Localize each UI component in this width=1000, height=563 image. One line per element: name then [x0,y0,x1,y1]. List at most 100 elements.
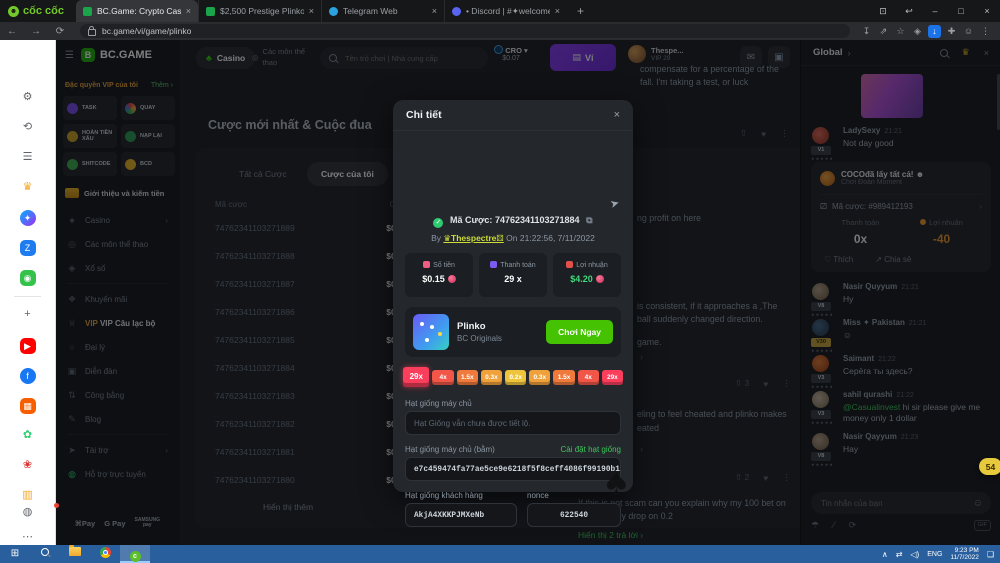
reload-icon[interactable]: ⟳ [48,26,72,37]
extensions-icon[interactable]: ✚ [943,26,960,37]
hashed-seed-label: Hạt giống máy chủ (bằm) [405,445,495,454]
modal-header: Chi tiết × [393,100,633,131]
save-page-icon[interactable]: ↧ [858,26,875,37]
bet-id-row: ✓ Mã Cược: 74762341103271884 ⧉ [393,215,633,228]
language-indicator[interactable]: ENG [927,551,942,558]
app-green-icon[interactable]: ✿ [0,428,55,441]
discord-favicon-icon [451,6,461,16]
bet-author-link[interactable]: ♛Thespectre⚄ [443,233,503,243]
multiplier-chip: 4x [432,369,454,385]
verified-check-icon: ✓ [433,218,444,228]
tab-close-icon[interactable]: × [309,6,314,16]
network-icon[interactable]: ⇄ [896,550,903,559]
file-explorer-icon[interactable] [60,545,90,563]
coccoc-sidebar: ⚙ ⟲ ☰ ♛ ✦ Z ◉ + ▶ f ▦ ✿ ❀ ▥ ◍ ⋯ [0,40,59,545]
action-center-icon[interactable]: ❏ [987,550,994,559]
history-icon[interactable]: ⟲ [0,120,55,133]
bet-details-modal: Chi tiết × ➤ ✓ Mã Cược: 7476234110327188… [393,100,633,527]
hashed-seed-field[interactable]: e7c459474fa77ae5ce9e6218f5f8ceff4086f991… [405,457,621,481]
forward-icon[interactable]: → [24,26,48,37]
bcgame-favicon-icon [82,6,92,16]
browser-tab[interactable]: Telegram Web × [320,0,444,22]
restore-tab-icon[interactable]: ↩ [896,6,922,17]
notification-bell-icon[interactable]: ◍ [0,503,59,518]
cart-icon[interactable]: ▥ [0,488,55,501]
play-now-button[interactable]: Chơi Ngay [546,320,613,344]
share-icon[interactable]: ⇗ [875,26,892,37]
adblock-shield-icon[interactable]: ◈ [909,26,926,37]
multiplier-chip: 0.3x [480,369,503,385]
tab-close-icon[interactable]: × [432,6,437,16]
multiplier-chip: 4x [577,369,599,385]
taskbar-search-icon[interactable] [30,545,60,563]
multiplier-chip: 0.2x [505,369,527,385]
multiplier-chip: 1.5x [553,369,575,385]
system-tray: ∧ ⇄ ◁) ENG 9:23 PM 11/7/2022 ❏ [882,547,1000,562]
copy-icon[interactable]: ⧉ [586,215,592,225]
browser-tab-bar: ☻ cốc cốc BC.Game: Crypto Casino Ga × $2… [0,0,1000,22]
seed-settings-link[interactable]: Cài đặt hạt giống [561,445,622,454]
app-leaf-icon[interactable]: ❀ [0,458,55,471]
games-icon[interactable]: ◉ [0,270,55,286]
settings-icon[interactable]: ⚙ [0,90,55,103]
back-icon[interactable]: ← [0,26,24,37]
sidebar-more-icon[interactable]: ⋯ [0,530,55,543]
client-seed-label: Hạt giống khách hàng [405,491,483,500]
stat-icon [566,261,574,268]
download-active-icon[interactable]: ↓ [928,24,941,38]
browser-tab[interactable]: BC.Game: Crypto Casino Ga × [75,0,198,22]
profile-icon[interactable]: ☺ [960,26,977,36]
coin-icon [595,275,604,283]
server-seed-field[interactable]: Hạt Giống vẫn chưa được tiết lộ. [405,411,621,435]
shop-orange-icon[interactable]: ▦ [0,398,55,414]
stat-thanh-to-n: Thanh toán 29 x [479,253,547,297]
youtube-icon[interactable]: ▶ [0,338,55,354]
bet-author-row: By ♛Thespectre⚄ On 21:22:56, 7/11/2022 [431,233,595,243]
messenger-icon[interactable]: ✦ [0,210,55,226]
tab-close-icon[interactable]: × [555,6,560,16]
tab-preview-icon[interactable]: ⊡ [870,6,896,17]
unread-count-badge[interactable]: 54 [979,458,1000,475]
multiplier-chip: 29x [601,369,623,385]
url-box[interactable]: bc.game/vi/game/plinko [80,24,850,38]
share-plane-icon[interactable]: ➤ [608,196,621,211]
add-icon[interactable]: + [0,308,55,320]
bookmark-star-icon[interactable]: ☆ [892,26,909,37]
lock-icon [88,25,96,36]
tab-close-icon[interactable]: × [186,6,191,16]
chrome-icon[interactable] [90,545,120,563]
multiplier-chip: 0.3x [529,369,551,385]
multiplier-chip: 29x [403,367,430,387]
clock[interactable]: 9:23 PM 11/7/2022 [950,547,978,562]
maximize-button[interactable]: □ [948,6,974,16]
url-text[interactable]: bc.game/vi/game/plinko [102,26,191,36]
nonce-field[interactable]: 622540 [527,503,621,527]
facebook-icon[interactable]: f [0,368,55,384]
browser-tab[interactable]: • Discord | #✦welcome | BC × [443,0,567,22]
close-button[interactable]: × [974,6,1000,16]
stat-s-ti-n: Số tiền $0.15 [405,253,473,297]
bcgame-favicon-icon [205,6,215,16]
reading-list-icon[interactable]: ☰ [0,150,55,163]
start-button[interactable]: ⊞ [0,545,30,563]
volume-icon[interactable]: ◁) [910,550,919,559]
minimize-button[interactable]: – [922,6,948,16]
blue-tool-icon[interactable]: Z [0,240,55,256]
stat-l-i-nhu-n: Lợi nhuận $4.20 [553,253,621,297]
coccoc-taskbar-icon[interactable]: c [120,545,150,563]
modal-title: Chi tiết [406,109,442,121]
coin-icon [447,275,456,283]
rewards-crown-icon[interactable]: ♛ [0,180,55,193]
divider [14,296,41,297]
browser-tab[interactable]: $2,500 Prestige Plinko Chall × [197,0,321,22]
telegram-favicon-icon [328,6,338,16]
new-tab-button[interactable]: + [567,4,594,18]
nonce-label: nonce [527,491,549,500]
client-seed-field[interactable]: AkjA4XKKPJMXeNb [405,503,517,527]
hidden-icons-chevron[interactable]: ∧ [882,550,888,559]
window-controls: ⊡ ↩ – □ × [870,0,1000,22]
plinko-thumbnail[interactable] [413,314,449,350]
browser-menu-icon[interactable]: ⋮ [977,26,994,37]
modal-close-icon[interactable]: × [614,109,620,121]
watermark-icon: ♠ [605,460,627,504]
